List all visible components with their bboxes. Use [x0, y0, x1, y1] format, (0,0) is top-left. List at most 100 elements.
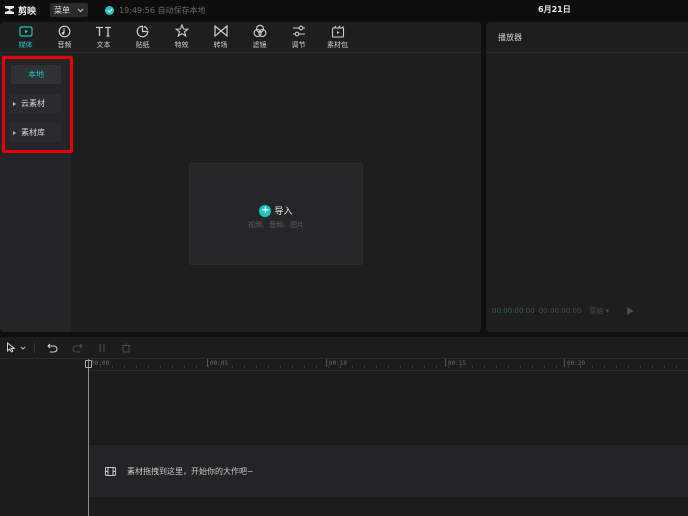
ruler-minor-tick: [328, 365, 329, 368]
ruler-minor-tick: [676, 365, 677, 368]
ruler-minor-tick: [412, 365, 413, 368]
undo-button[interactable]: [47, 343, 58, 353]
ruler-minor-tick: [244, 365, 245, 368]
audio-icon: [58, 25, 71, 37]
redo-button[interactable]: [72, 343, 83, 353]
text-icon: [96, 26, 111, 37]
tab-media-label: 媒体: [18, 41, 33, 49]
pack-icon: [331, 25, 344, 38]
ruler-minor-tick: [196, 365, 197, 368]
player-controls: 00:00:00:00 00:00:00:00 原始 ▾: [492, 306, 635, 316]
capcut-logo-icon: [5, 6, 14, 14]
timeline-ruler[interactable]: 00:00 00:05 00:10 00:15 00:20: [88, 359, 688, 371]
ruler-minor-tick: [220, 365, 221, 368]
import-button[interactable]: + 导入: [190, 204, 362, 217]
sticker-icon: [136, 25, 149, 37]
tab-adjust[interactable]: 调节: [279, 22, 318, 52]
ruler-minor-tick: [448, 365, 449, 368]
aspect-ratio-select[interactable]: 原始 ▾: [589, 306, 609, 316]
ruler-minor-tick: [616, 365, 617, 368]
tool-dropdown[interactable]: [20, 345, 26, 350]
ruler-minor-tick: [556, 365, 557, 368]
ruler-minor-tick: [388, 365, 389, 368]
ruler-tick-label: 00:15: [448, 360, 467, 367]
ruler-minor-tick: [604, 365, 605, 368]
playhead-handle[interactable]: [85, 360, 92, 368]
timeline-toolbar: [0, 337, 688, 359]
ruler-minor-tick: [640, 365, 641, 368]
red-highlight-box: [2, 56, 73, 153]
app-logo: 剪映: [4, 4, 36, 17]
import-hint: 视频、音频、图片: [248, 221, 304, 229]
play-icon[interactable]: [627, 307, 635, 315]
ruler-minor-tick: [340, 365, 341, 368]
toolbar-divider: [34, 342, 35, 353]
tab-text[interactable]: 文本: [84, 22, 123, 52]
tab-sticker-label: 贴纸: [135, 41, 150, 49]
menu-button[interactable]: 菜单: [50, 3, 89, 17]
cursor-icon: [7, 342, 16, 353]
ruler-minor-tick: [124, 365, 125, 368]
redo-icon: [72, 343, 83, 353]
ruler-minor-tick: [160, 365, 161, 368]
import-label: 导入: [274, 207, 293, 217]
ruler-minor-tick: [280, 365, 281, 368]
ruler-minor-tick: [304, 365, 305, 368]
player-title: 播放器: [498, 32, 522, 42]
tab-media[interactable]: 媒体: [6, 22, 45, 52]
tab-audio-label: 音频: [57, 41, 72, 49]
player-panel: 播放器 00:00:00:00 00:00:00:00 原始 ▾: [486, 22, 688, 332]
ruler-minor-tick: [436, 365, 437, 368]
ruler-minor-tick: [112, 365, 113, 368]
tab-pack-label: 素材包: [327, 41, 348, 49]
ruler-tick-label: 00:20: [567, 360, 586, 367]
ruler-minor-tick: [532, 365, 533, 368]
ruler-minor-tick: [376, 365, 377, 368]
chevron-down-icon: [20, 345, 26, 350]
ruler-major-tick: [445, 359, 446, 367]
saved-check-icon: [105, 5, 115, 15]
tab-effects-label: 特效: [174, 41, 189, 49]
ruler-minor-tick: [424, 365, 425, 368]
effects-icon: [174, 24, 189, 38]
ruler-minor-tick: [316, 365, 317, 368]
track-drop-zone[interactable]: 素材拖拽到这里，开始你的大作吧~: [89, 445, 688, 497]
ruler-minor-tick: [496, 365, 497, 368]
player-total-time: 00:00:00:00: [538, 307, 582, 315]
ruler-minor-tick: [208, 365, 209, 368]
tab-audio[interactable]: 音频: [45, 22, 84, 52]
ruler-minor-tick: [580, 365, 581, 368]
tab-sticker[interactable]: 贴纸: [123, 22, 162, 52]
player-header: 播放器: [486, 22, 688, 53]
ruler-major-tick: [564, 359, 565, 367]
delete-button[interactable]: [121, 343, 131, 353]
import-area[interactable]: + 导入 视频、音频、图片: [189, 163, 363, 265]
asset-toolbar: 媒体 音频 文本 贴纸 特效 转场 滤镜 调节 素材包: [0, 22, 481, 53]
ruler-minor-tick: [268, 365, 269, 368]
ruler-minor-tick: [568, 365, 569, 368]
ruler-minor-tick: [148, 365, 149, 368]
split-button[interactable]: [97, 343, 107, 353]
save-status: 19:49:56 自动保存本地: [105, 5, 206, 16]
ruler-minor-tick: [352, 365, 353, 368]
tab-adjust-label: 调节: [291, 41, 306, 49]
select-tool-button[interactable]: [6, 342, 16, 353]
project-title[interactable]: 6月21日: [538, 4, 571, 15]
tab-effects[interactable]: 特效: [162, 22, 201, 52]
plus-icon: +: [259, 204, 272, 217]
tab-pack[interactable]: 素材包: [318, 22, 357, 52]
ruler-minor-tick: [400, 365, 401, 368]
tab-filter[interactable]: 滤镜: [240, 22, 279, 52]
save-status-text: 19:49:56 自动保存本地: [119, 5, 206, 15]
ruler-minor-tick: [628, 365, 629, 368]
player-current-time: 00:00:00:00: [492, 307, 535, 315]
ruler-minor-tick: [520, 365, 521, 368]
trash-icon: [122, 343, 130, 352]
tab-transition[interactable]: 转场: [201, 22, 240, 52]
tab-text-label: 文本: [96, 41, 111, 49]
ruler-minor-tick: [100, 365, 101, 368]
title-bar: 剪映 菜单 19:49:56 自动保存本地 6月21日: [0, 0, 688, 20]
tab-filter-label: 滤镜: [252, 41, 267, 49]
ruler-minor-tick: [508, 365, 509, 368]
split-icon: [99, 343, 105, 352]
